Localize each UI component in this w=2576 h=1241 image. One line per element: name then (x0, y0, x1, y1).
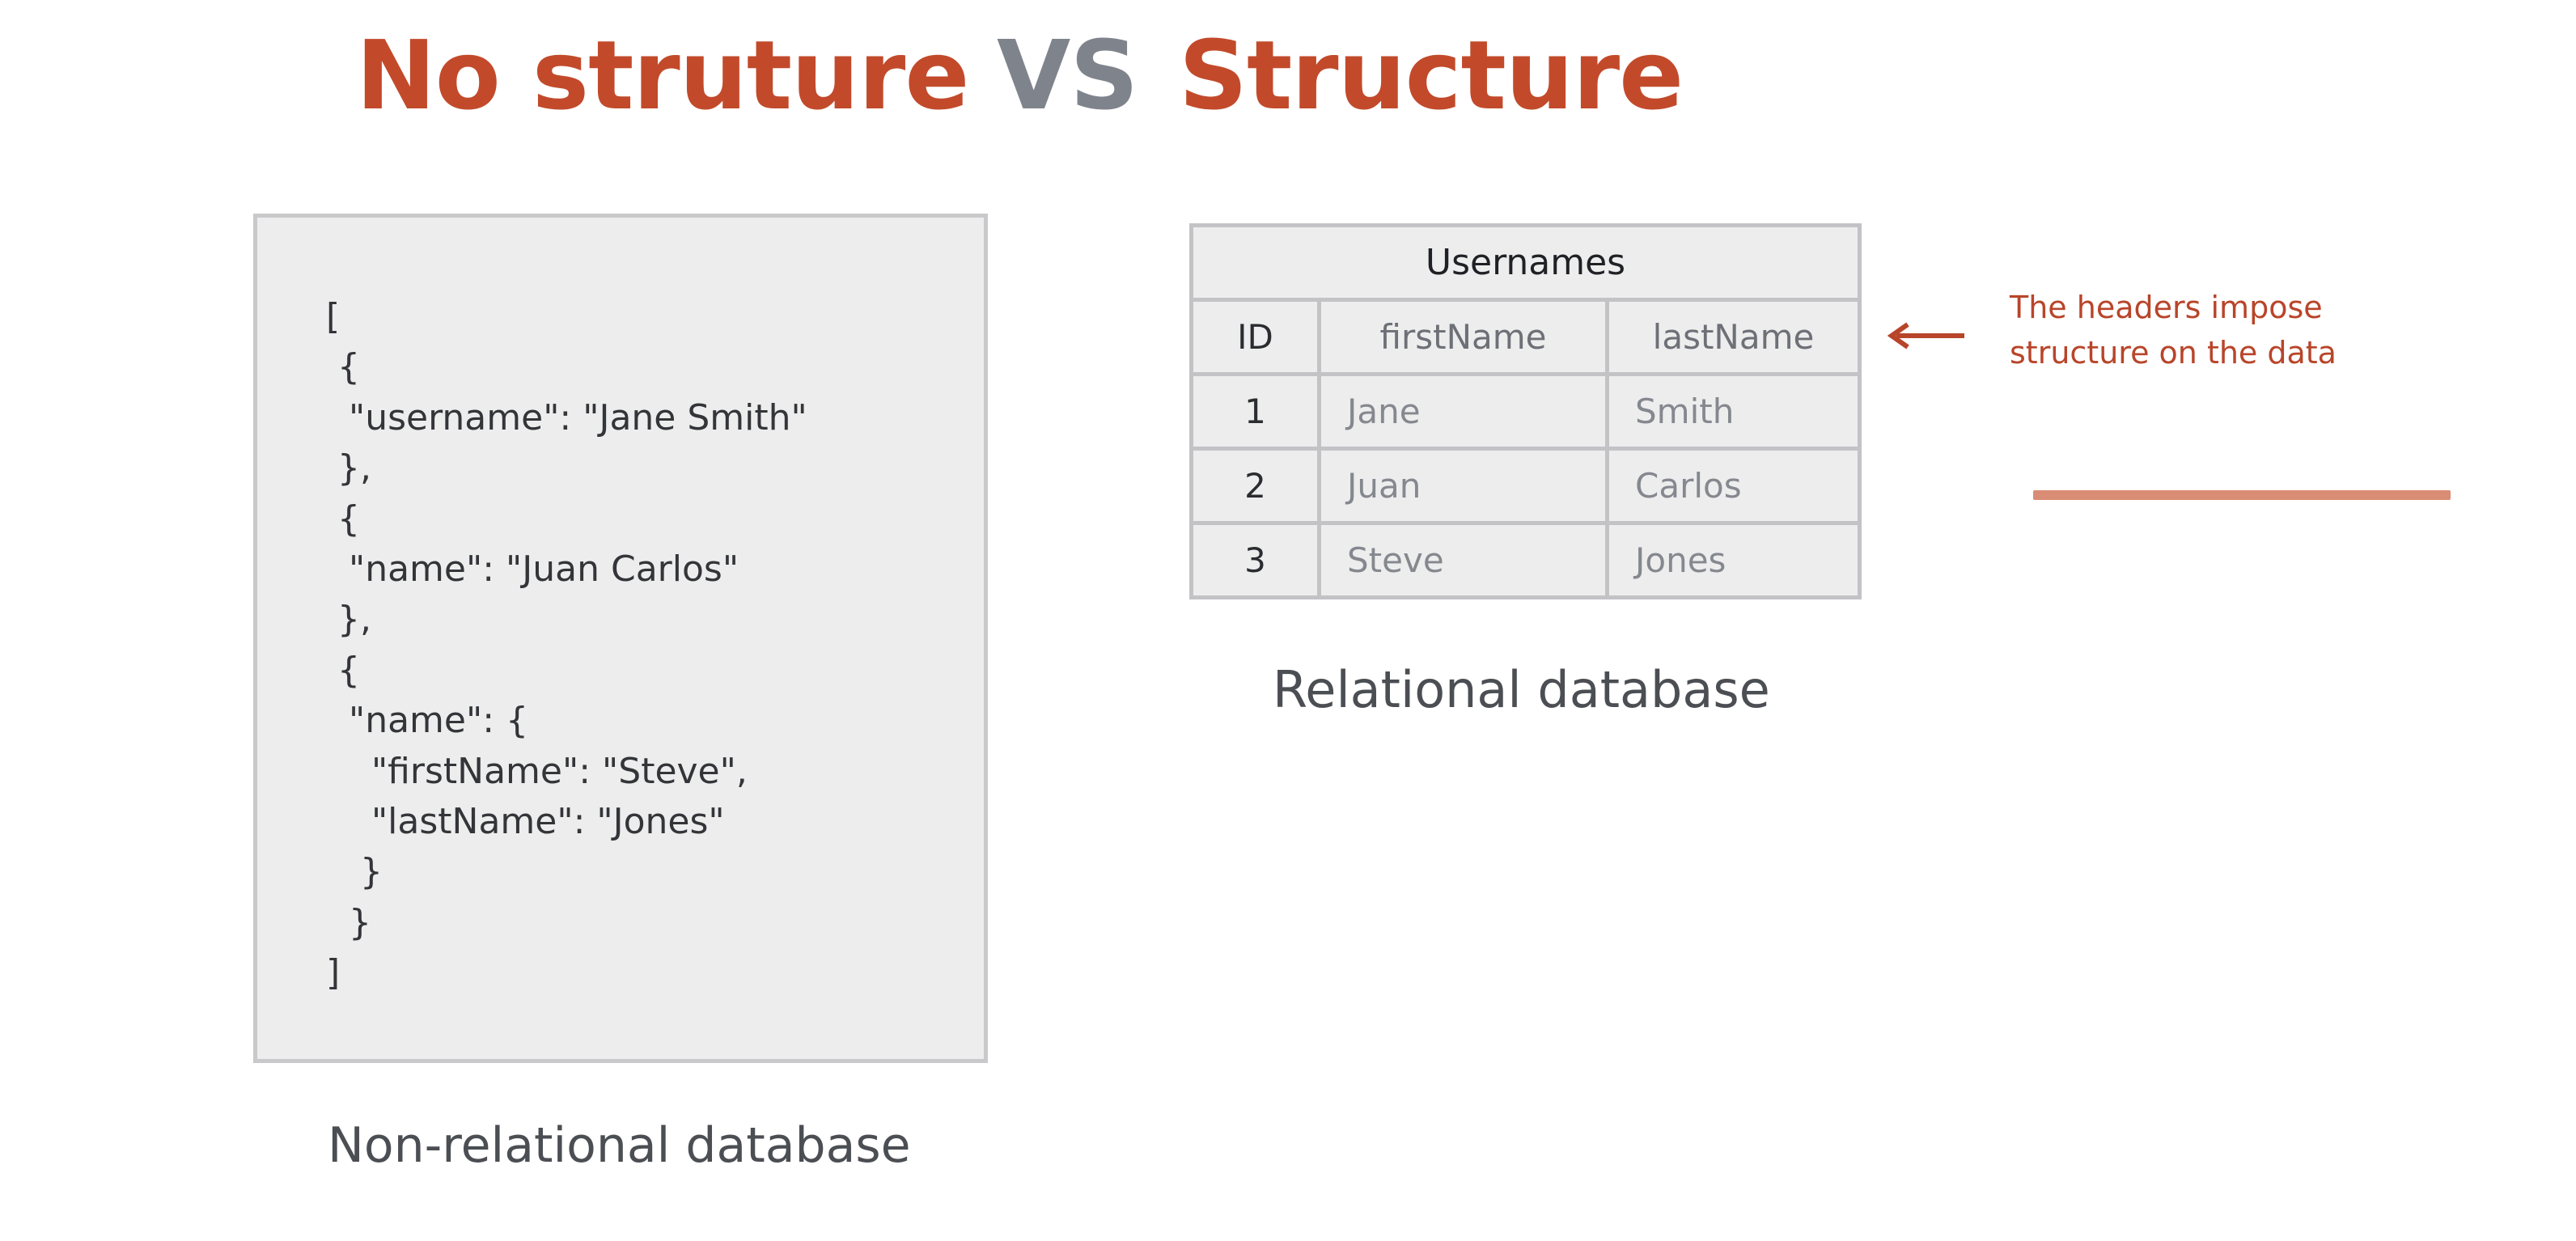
json-line: "lastName": "Jones" (326, 800, 725, 842)
column-header-lastname: lastName (1605, 298, 1862, 376)
table-cell-id: 1 (1189, 372, 1321, 451)
table-title: Usernames (1189, 223, 1862, 302)
table-row: 1 Jane Smith (1189, 372, 1862, 451)
table-cell-id: 3 (1189, 521, 1321, 599)
relational-caption: Relational database (1273, 660, 1770, 719)
json-line: "name": "Juan Carlos" (326, 548, 739, 590)
usernames-table: Usernames ID firstName lastName 1 Jane S… (1189, 223, 1862, 599)
table-cell-firstname: Jane (1317, 372, 1609, 451)
json-panel: [ { "username": "Jane Smith" }, { "name"… (253, 214, 988, 1063)
json-code-block: [ { "username": "Jane Smith" }, { "name"… (326, 292, 807, 998)
annotation-line-1: The headers impose (2010, 290, 2323, 325)
title-vs: VS (997, 19, 1138, 131)
accent-line (2033, 490, 2451, 500)
json-line: { (326, 649, 360, 691)
json-line: } (326, 851, 383, 893)
non-relational-caption: Non-relational database (328, 1117, 911, 1174)
table-header-row: ID firstName lastName (1189, 298, 1862, 376)
table-cell-id: 2 (1189, 447, 1321, 525)
table-cell-lastname: Jones (1605, 521, 1862, 599)
json-line: ] (326, 952, 341, 994)
table-title-row: Usernames (1189, 223, 1862, 302)
table-cell-lastname: Carlos (1605, 447, 1862, 525)
annotation-line-2: structure on the data (2010, 335, 2337, 371)
json-line: }, (326, 447, 371, 489)
table-cell-firstname: Juan (1317, 447, 1609, 525)
title-structure: Structure (1179, 19, 1684, 131)
json-line: [ (326, 296, 341, 337)
table-cell-lastname: Smith (1605, 372, 1862, 451)
title-no-structure: No struture (356, 19, 969, 131)
column-header-id: ID (1189, 298, 1321, 376)
table-row: 3 Steve Jones (1189, 521, 1862, 599)
table-row: 2 Juan Carlos (1189, 447, 1862, 525)
left-arrow-icon (1887, 322, 1964, 349)
json-line: { (326, 498, 360, 540)
json-line: "name": { (326, 700, 529, 742)
column-header-firstname: firstName (1317, 298, 1609, 376)
json-line: }, (326, 599, 371, 641)
headers-annotation: The headers impose structure on the data (2010, 285, 2337, 375)
json-line: "firstName": "Steve", (326, 750, 748, 792)
json-line: { (326, 346, 360, 388)
table-cell-firstname: Steve (1317, 521, 1609, 599)
json-line: } (326, 901, 371, 943)
json-line: "username": "Jane Smith" (326, 396, 807, 438)
